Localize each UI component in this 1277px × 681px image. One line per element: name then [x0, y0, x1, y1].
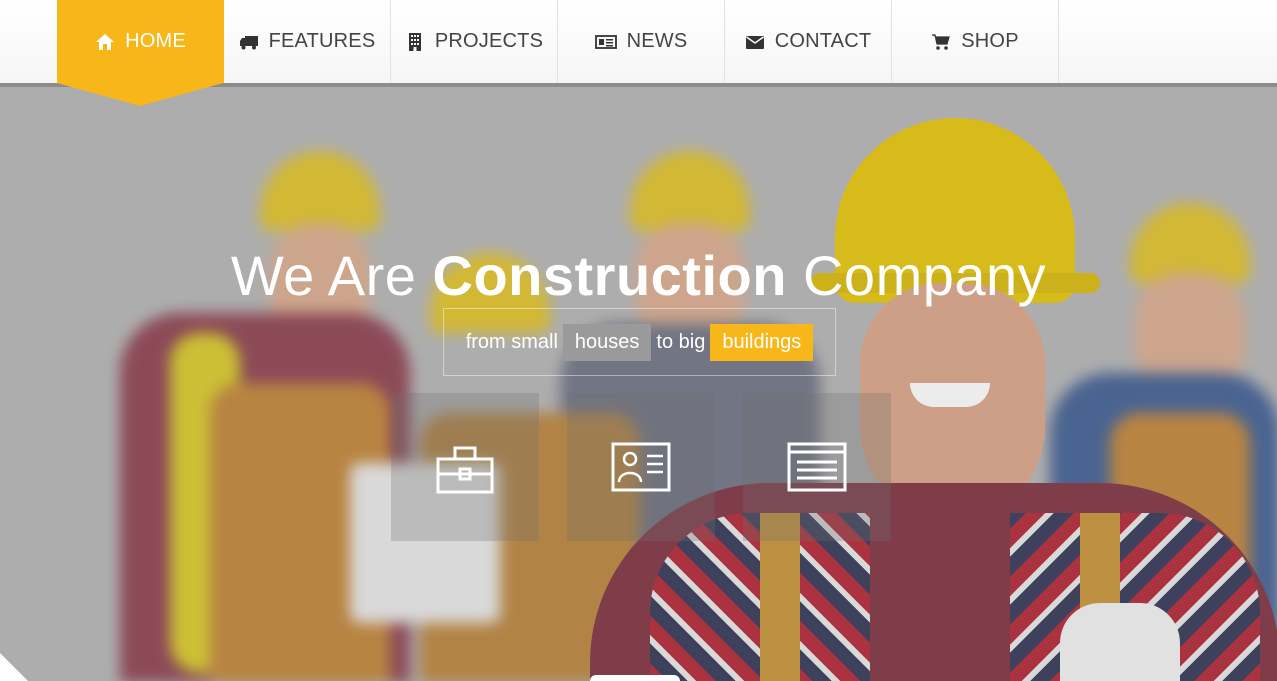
- feature-tile-toolbox[interactable]: [391, 393, 539, 541]
- toolbox-icon: [436, 446, 494, 494]
- nav-item-shop[interactable]: SHOP: [892, 0, 1059, 83]
- tagline-highlight-buildings: buildings: [710, 323, 814, 361]
- hero-overlay: [0, 83, 1277, 681]
- hero-tagline: from small houses to big buildings: [443, 308, 836, 376]
- nav-item-label: NEWS: [626, 30, 688, 52]
- nav-item-label: CONTACT: [774, 30, 872, 52]
- hero-title: We Are Construction Company: [0, 243, 1277, 308]
- nav-item-label: PROJECTS: [434, 30, 544, 52]
- id-card-icon: [611, 442, 671, 492]
- tagline-text: from small: [465, 330, 558, 353]
- nav-menu: HOME FEATURES PROJECTS NEWS CONTACT SHOP: [57, 0, 1059, 106]
- building-icon: [408, 32, 421, 51]
- nav-item-news[interactable]: NEWS: [558, 0, 725, 83]
- nav-item-contact[interactable]: CONTACT: [725, 0, 892, 83]
- feature-tile-id-card[interactable]: [567, 393, 715, 541]
- decorative-corner: [0, 653, 28, 681]
- feature-tile-document[interactable]: [743, 393, 891, 541]
- nav-item-features[interactable]: FEATURES: [224, 0, 391, 83]
- main-navigation: HOME FEATURES PROJECTS NEWS CONTACT SHOP: [0, 0, 1277, 106]
- hero-title-post: Company: [786, 244, 1047, 307]
- section-notch: [590, 675, 680, 681]
- home-icon: [96, 33, 115, 50]
- nav-item-label: HOME: [125, 30, 186, 52]
- tagline-highlight-houses: houses: [562, 323, 652, 361]
- nav-item-home[interactable]: HOME: [57, 0, 224, 106]
- hero-section: We Are Construction Company from small h…: [0, 83, 1277, 681]
- tagline-text: to big: [656, 330, 706, 353]
- truck-icon: [239, 35, 258, 49]
- nav-item-label: FEATURES: [268, 30, 376, 52]
- hero-title-pre: We Are: [230, 244, 433, 307]
- newspaper-icon: [594, 34, 617, 49]
- envelope-icon: [745, 35, 764, 49]
- cart-icon: [932, 33, 951, 50]
- nav-item-label: SHOP: [961, 30, 1019, 52]
- hero-title-bold: Construction: [432, 244, 787, 307]
- nav-item-projects[interactable]: PROJECTS: [391, 0, 558, 83]
- document-list-icon: [787, 442, 847, 492]
